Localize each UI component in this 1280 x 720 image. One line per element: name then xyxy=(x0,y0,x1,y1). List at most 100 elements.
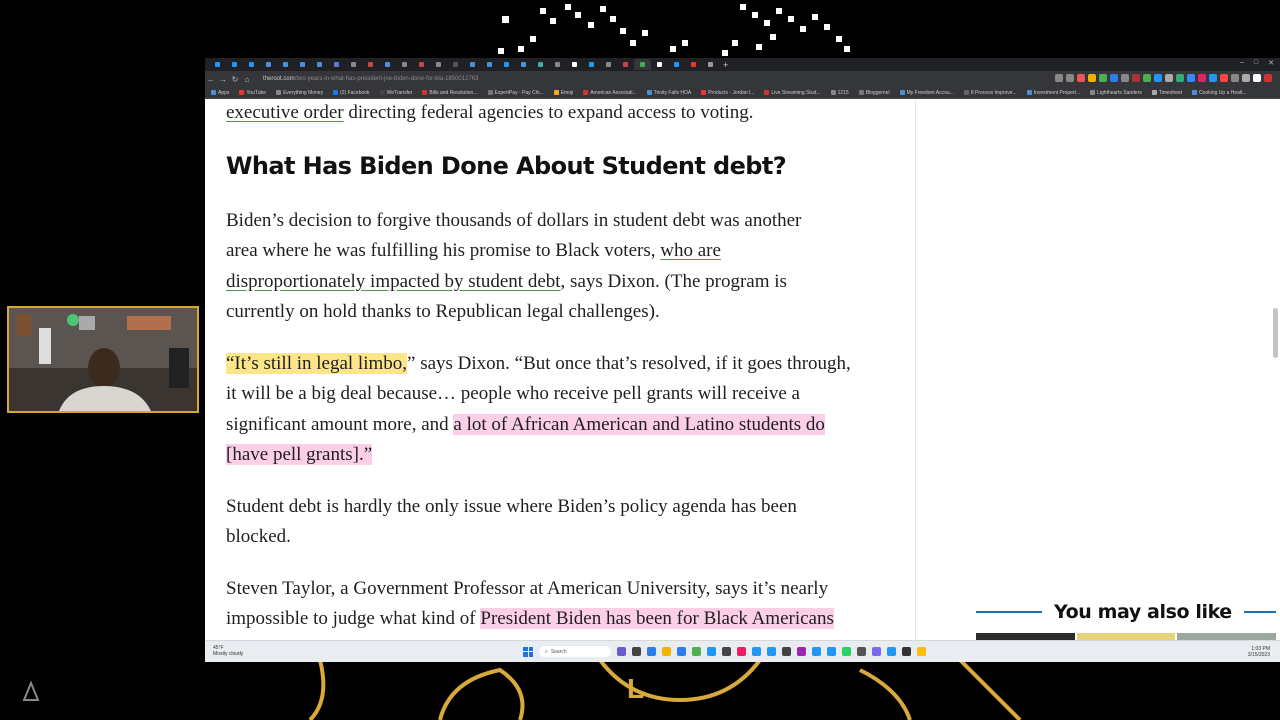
browser-tab[interactable] xyxy=(294,59,311,70)
browser-tab[interactable] xyxy=(328,59,345,70)
taskbar-app-icon[interactable] xyxy=(797,647,806,656)
forward-icon[interactable]: → xyxy=(217,75,229,84)
browser-tab[interactable] xyxy=(685,59,702,70)
taskbar-app-icon[interactable] xyxy=(887,647,896,656)
extension-icon[interactable] xyxy=(1242,74,1250,82)
recommended-thumb[interactable] xyxy=(1177,633,1277,640)
browser-tab[interactable] xyxy=(583,59,600,70)
bookmark-item[interactable]: ExpertPay - Pay Chi... xyxy=(487,90,544,96)
bookmark-item[interactable]: 8 Process Improve... xyxy=(963,90,1017,96)
browser-tab[interactable] xyxy=(430,59,447,70)
bookmark-item[interactable]: Bills and Resolution... xyxy=(422,90,478,96)
maximize-icon[interactable]: □ xyxy=(1254,59,1258,67)
browser-tab[interactable] xyxy=(464,59,481,70)
browser-tab[interactable] xyxy=(566,59,583,70)
back-icon[interactable]: ← xyxy=(205,75,217,84)
extension-icon[interactable] xyxy=(1231,74,1239,82)
extension-icon[interactable] xyxy=(1066,74,1074,82)
recommended-thumb[interactable] xyxy=(1076,633,1176,640)
browser-tab[interactable] xyxy=(668,59,685,70)
browser-tab[interactable] xyxy=(481,59,498,70)
bookmark-item[interactable]: YouTube xyxy=(239,90,266,96)
browser-tab[interactable] xyxy=(260,59,277,70)
taskbar-app-icon[interactable] xyxy=(872,647,881,656)
taskbar-clock[interactable]: 1:03 PM 3/15/2023 xyxy=(1248,646,1270,658)
browser-tab[interactable] xyxy=(498,59,515,70)
bookmark-item[interactable]: Bloggernel xyxy=(858,90,890,96)
taskbar-app-icon[interactable] xyxy=(782,647,791,656)
extension-icon[interactable] xyxy=(1088,74,1096,82)
extension-icon[interactable] xyxy=(1055,74,1063,82)
taskbar-app-icon[interactable] xyxy=(662,647,671,656)
bookmark-item[interactable]: Investment Propert... xyxy=(1026,90,1080,96)
taskbar-app-icon[interactable] xyxy=(692,647,701,656)
taskbar-app-icon[interactable] xyxy=(677,647,686,656)
disproportionately-impacted-link-part1[interactable]: who are xyxy=(660,240,721,261)
browser-tab[interactable] xyxy=(379,59,396,70)
bookmark-item[interactable]: Products - Jordan l... xyxy=(701,90,754,96)
page-scrollbar[interactable] xyxy=(1273,308,1278,358)
browser-tab[interactable] xyxy=(311,59,328,70)
bookmark-item[interactable]: Live Streaming Stud... xyxy=(764,90,821,96)
taskbar-app-icon[interactable] xyxy=(752,647,761,656)
browser-tab[interactable] xyxy=(277,59,294,70)
browser-tab[interactable] xyxy=(532,59,549,70)
extension-icon[interactable] xyxy=(1154,74,1162,82)
bookmark-item[interactable]: Timesheet xyxy=(1151,90,1182,96)
extension-icon[interactable] xyxy=(1077,74,1085,82)
taskbar-app-icon[interactable] xyxy=(647,647,656,656)
close-window-icon[interactable]: ✕ xyxy=(1268,59,1274,67)
extension-icon[interactable] xyxy=(1099,74,1107,82)
extension-icon[interactable] xyxy=(1121,74,1129,82)
bookmark-item[interactable]: American Associati... xyxy=(583,90,637,96)
bookmark-item[interactable]: (2) Facebook xyxy=(333,90,370,96)
extension-icon[interactable] xyxy=(1110,74,1118,82)
browser-tab[interactable] xyxy=(617,59,634,70)
bookmark-item[interactable]: Apps xyxy=(211,90,229,96)
browser-tab[interactable] xyxy=(209,59,226,70)
windows-start-icon[interactable] xyxy=(523,646,533,657)
bookmark-item[interactable]: Lighthearts Sanders xyxy=(1090,90,1142,96)
new-tab-button[interactable]: + xyxy=(723,60,728,70)
taskbar-app-icon[interactable] xyxy=(827,647,836,656)
taskbar-app-icon[interactable] xyxy=(707,647,716,656)
taskbar-app-icon[interactable] xyxy=(812,647,821,656)
executive-order-link[interactable]: executive order xyxy=(226,102,344,123)
taskbar-app-icon[interactable] xyxy=(842,647,851,656)
taskbar-app-icon[interactable] xyxy=(737,647,746,656)
browser-tab[interactable] xyxy=(345,59,362,70)
extension-icon[interactable] xyxy=(1165,74,1173,82)
bookmark-item[interactable]: WeTransfer xyxy=(379,90,412,96)
browser-tab[interactable] xyxy=(600,59,617,70)
bookmark-item[interactable]: Emoji xyxy=(553,90,573,96)
extension-icon[interactable] xyxy=(1209,74,1217,82)
taskbar-app-icon[interactable] xyxy=(632,647,641,656)
minimize-icon[interactable]: – xyxy=(1240,59,1244,67)
taskbar-app-icon[interactable] xyxy=(902,647,911,656)
taskbar-app-icon[interactable] xyxy=(917,647,926,656)
browser-tab[interactable] xyxy=(243,59,260,70)
browser-tab[interactable] xyxy=(702,59,719,70)
bookmark-item[interactable]: 1215 xyxy=(830,90,849,96)
taskbar-app-icon[interactable] xyxy=(617,647,626,656)
recommended-thumb[interactable] xyxy=(976,633,1075,640)
reload-icon[interactable]: ↻ xyxy=(229,75,241,84)
extension-icon[interactable] xyxy=(1143,74,1151,82)
browser-tab[interactable] xyxy=(226,59,243,70)
bookmark-item[interactable]: Everything Money xyxy=(276,90,323,96)
extension-icon[interactable] xyxy=(1198,74,1206,82)
extension-icon[interactable] xyxy=(1176,74,1184,82)
extension-icon[interactable] xyxy=(1187,74,1195,82)
browser-tab[interactable] xyxy=(413,59,430,70)
extension-icon[interactable] xyxy=(1132,74,1140,82)
extension-icon[interactable] xyxy=(1220,74,1228,82)
browser-tab[interactable] xyxy=(362,59,379,70)
taskbar-app-icon[interactable] xyxy=(857,647,866,656)
url-field[interactable]: theroot.com/two-years-in-what-has-presid… xyxy=(259,74,549,85)
taskbar-app-icon[interactable] xyxy=(767,647,776,656)
browser-tab[interactable] xyxy=(515,59,532,70)
weather-widget[interactable]: 45°F Mostly cloudy xyxy=(213,645,243,657)
bookmark-item[interactable]: My Freedom Accou... xyxy=(899,90,954,96)
extension-icon[interactable] xyxy=(1264,74,1272,82)
browser-tab[interactable] xyxy=(447,59,464,70)
